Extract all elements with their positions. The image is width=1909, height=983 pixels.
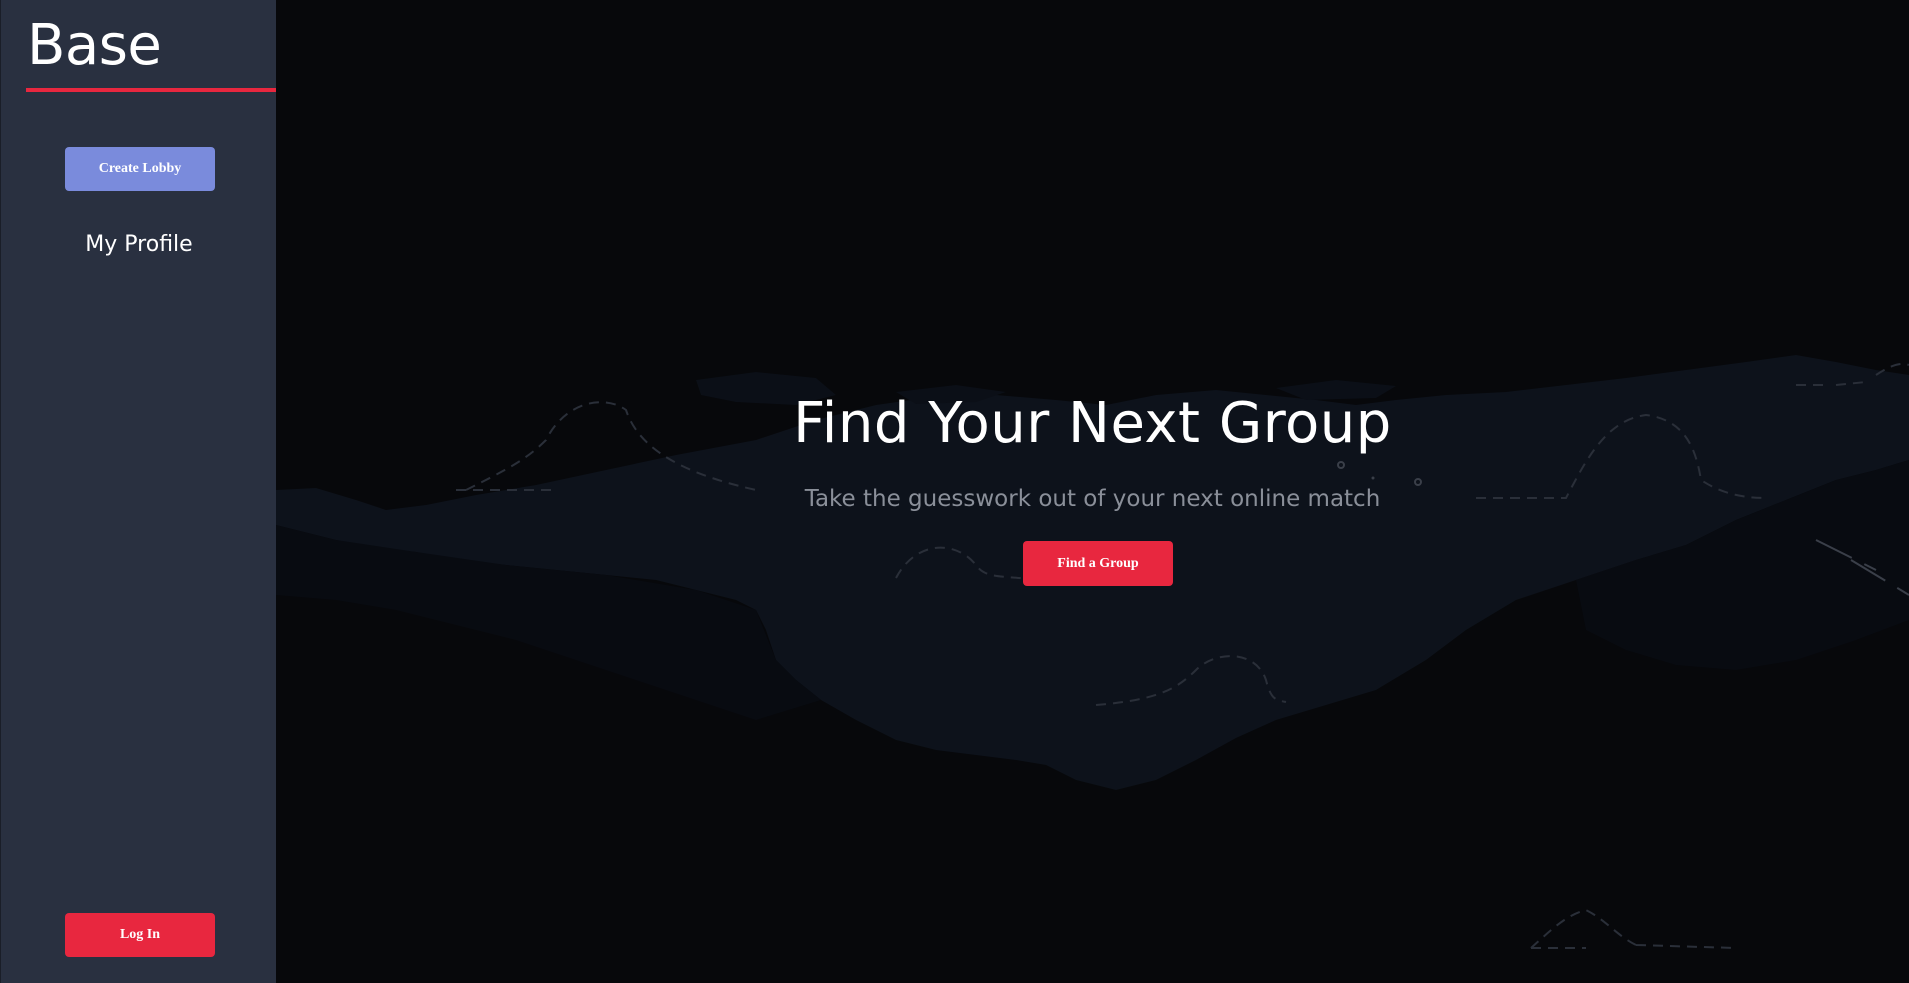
brand-underline	[26, 88, 277, 92]
hero-subtitle: Take the guesswork out of your next onli…	[804, 486, 1381, 512]
my-profile-link[interactable]: My Profile	[1, 232, 277, 257]
hero-title: Find Your Next Group	[793, 391, 1392, 456]
map-marker	[1371, 476, 1375, 480]
app-root: Base Create Lobby My Profile Log In Find…	[0, 0, 1909, 983]
create-lobby-button[interactable]: Create Lobby	[65, 147, 215, 191]
sidebar: Base Create Lobby My Profile Log In	[0, 0, 277, 983]
find-group-button[interactable]: Find a Group	[1023, 541, 1173, 586]
login-button[interactable]: Log In	[65, 913, 215, 957]
brand-logo[interactable]: Base	[27, 18, 162, 74]
hero-section: Find Your Next Group Take the guesswork …	[276, 0, 1909, 983]
